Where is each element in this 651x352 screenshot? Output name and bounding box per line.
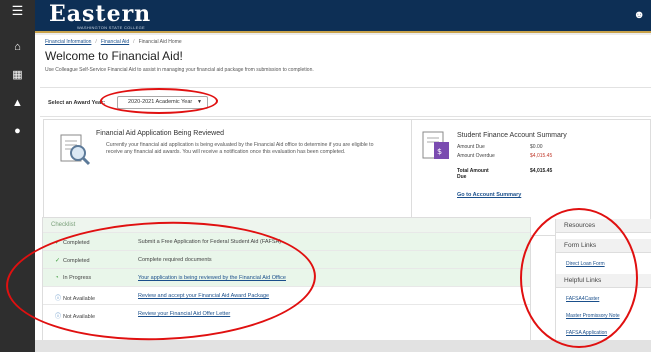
document-magnifier-icon <box>60 134 91 166</box>
checklist-item: ✓ Completed Submit a Free Application for… <box>43 232 530 250</box>
award-year-select[interactable]: 2020-2021 Academic Year ▼ <box>117 96 208 109</box>
breadcrumb-financial-information[interactable]: Financial Information <box>45 39 91 45</box>
left-sidebar: ☰ ⌂ ▦ ▲ ● <box>0 0 35 352</box>
checklist-item: ⓘ Not Available Review your Financial Aid… <box>43 304 530 322</box>
checklist-task: Complete required documents <box>138 257 212 263</box>
breadcrumb: Financial Information / Financial Aid / Fina… <box>45 39 182 45</box>
dollar-icon[interactable]: ● <box>0 124 35 138</box>
master-promissory-note-link[interactable]: Master Promissory Note <box>566 313 620 319</box>
checklist-task-link[interactable]: Your application is being reviewed by th… <box>138 275 286 281</box>
page-bottom-shadow <box>35 340 651 352</box>
chevron-down-icon: ▼ <box>197 99 202 105</box>
page-description: Use Colleague Self-Service Financial Aid… <box>45 67 314 73</box>
progress-icon: ◔ <box>55 275 59 281</box>
direct-loan-form-link[interactable]: Direct Loan Form <box>566 261 605 267</box>
resources-header: Resources <box>556 219 651 233</box>
review-panel-text: Currently your financial aid application… <box>106 142 374 155</box>
breadcrumb-current: Financial Aid Home <box>138 39 182 45</box>
checklist-status: ◔ In Progress <box>55 275 91 281</box>
college-logo-subtext: WASHINGTON STATE COLLEGE <box>77 25 145 30</box>
main-content: Financial Information / Financial Aid / Fina… <box>35 35 651 352</box>
helpful-links-header: Helpful Links <box>556 274 651 288</box>
check-icon: ✓ <box>55 240 61 246</box>
award-year-selected-value: 2020-2021 Academic Year <box>128 99 193 105</box>
check-icon: ✓ <box>55 258 61 264</box>
checklist-status-label: In Progress <box>63 275 92 281</box>
checklist-status-label: Completed <box>63 240 90 246</box>
page-title: Welcome to Financial Aid! <box>45 49 183 63</box>
menu-icon[interactable]: ☰ <box>0 4 35 18</box>
account-summary-link[interactable]: Go to Account Summary <box>457 192 521 198</box>
checklist-status-label: Not Available <box>63 296 96 302</box>
checklist-header: Checklist <box>43 218 530 232</box>
info-icon: ⓘ <box>55 314 62 320</box>
finance-panel-title: Student Finance Account Summary <box>457 132 567 139</box>
checklist-status: ✓ Completed <box>55 257 90 264</box>
info-icon: ⓘ <box>55 296 62 302</box>
checklist-task-link[interactable]: Review your Financial Aid Offer Letter <box>138 311 230 317</box>
svg-text:$: $ <box>437 147 442 156</box>
checklist-panel: Checklist ✓ Completed Submit a Free Appli… <box>42 217 531 352</box>
checklist-status: ⓘ Not Available <box>55 293 95 302</box>
checklist-item: ◔ In Progress Your application is being r… <box>43 268 530 286</box>
checklist-status-label: Not Available <box>63 314 96 320</box>
college-logo[interactable]: Eastern <box>49 1 151 27</box>
breadcrumb-financial-aid[interactable]: Financial Aid <box>101 39 129 45</box>
checklist-item: ⓘ Not Available Review and accept your Fi… <box>43 286 530 304</box>
amount-overdue-value: $4,015.45 <box>530 153 553 159</box>
top-header-bar: Eastern WASHINGTON STATE COLLEGE ☻ <box>35 0 651 33</box>
graduation-cap-icon[interactable]: ▲ <box>0 96 35 110</box>
checklist-status-label: Completed <box>63 258 90 264</box>
total-amount-due-label: Total Amount Due <box>457 168 489 180</box>
breadcrumb-separator: / <box>95 39 97 45</box>
checklist-status: ⓘ Not Available <box>55 311 95 320</box>
total-amount-due-value: $4,015.45 <box>530 168 553 174</box>
review-panel-title: Financial Aid Application Being Reviewed <box>96 130 225 137</box>
bank-icon[interactable]: ▦ <box>0 68 35 82</box>
user-icon[interactable]: ☻ <box>633 9 645 21</box>
checklist-item: ✓ Completed Complete required documents <box>43 250 530 268</box>
breadcrumb-separator: / <box>133 39 135 45</box>
amount-due-label: Amount Due <box>457 144 485 150</box>
form-links-header: Form Links <box>556 239 651 253</box>
home-icon[interactable]: ⌂ <box>0 40 35 54</box>
amount-due-value: $0.00 <box>530 144 543 150</box>
award-year-row: Select an Award Year: 2020-2021 Academic… <box>40 87 651 117</box>
fafsa-application-link[interactable]: FAFSA Application <box>566 330 607 336</box>
amount-overdue-label: Amount Overdue <box>457 153 495 159</box>
resources-panel: Resources Form Links Direct Loan Form He… <box>555 219 651 352</box>
award-year-label: Select an Award Year: <box>48 100 106 106</box>
checklist-status: ✓ Completed <box>55 239 90 246</box>
checklist-task-link[interactable]: Review and accept your Financial Aid Awa… <box>138 293 269 299</box>
checklist-task: Submit a Free Application for Federal St… <box>138 239 282 245</box>
invoice-icon: $ <box>422 131 449 159</box>
fafsa4caster-link[interactable]: FAFSA4Caster <box>566 296 599 302</box>
